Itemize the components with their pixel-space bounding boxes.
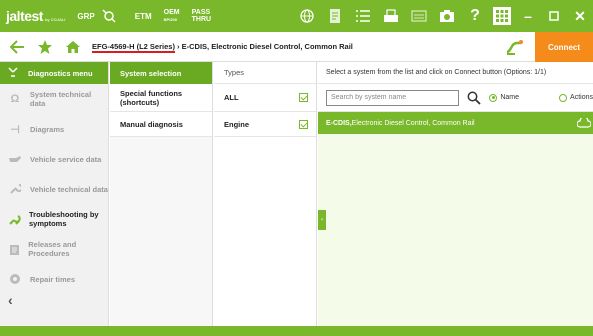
special-functions-row[interactable]: Special functions (shortcuts) — [110, 84, 212, 112]
pass-label: PASS — [191, 9, 211, 16]
logo-sub: by COJALI — [44, 17, 66, 22]
apps-grid-icon[interactable] — [493, 7, 511, 25]
clipboard-icon — [8, 242, 20, 256]
manual-diagnosis-label: Manual diagnosis — [120, 119, 183, 129]
menu-item-releases-procedures[interactable]: Releases and Procedures — [0, 234, 108, 264]
thru-label: THRU — [191, 16, 212, 23]
menu-item-diagrams[interactable]: ⊣ Diagrams — [0, 114, 108, 144]
system-code: E-CDIS, — [326, 119, 352, 127]
search-input[interactable] — [326, 89, 460, 106]
breadcrumb: EFG-4569-H (L2 Series) › E-CDIS, Electro… — [92, 42, 353, 53]
favorite-star-icon[interactable] — [34, 36, 56, 58]
type-row-engine[interactable]: Engine — [214, 112, 316, 137]
menu-item-label: Diagrams — [30, 124, 65, 134]
type-label: ALL — [224, 93, 239, 102]
connection-status-icon — [505, 39, 523, 55]
etm-label: ETM — [134, 11, 152, 21]
logo-text: jaltest — [6, 8, 43, 24]
jaltest-logo: jaltest by COJALI — [6, 8, 65, 24]
keyboard-icon[interactable] — [409, 6, 429, 26]
back-arrow-icon[interactable] — [6, 36, 28, 58]
camera-icon[interactable] — [437, 6, 457, 26]
top-toolbar: jaltest by COJALI GRP ETM OEM BPI200 PAS… — [0, 0, 593, 32]
globe-icon[interactable] — [297, 6, 317, 26]
search-icon[interactable] — [467, 91, 481, 105]
menu-item-system-technical-data[interactable]: Ω System technical data — [0, 84, 108, 114]
menu-item-label: Vehicle service data — [30, 154, 102, 164]
checkbox-checked-icon[interactable] — [299, 119, 308, 129]
types-header: Types — [214, 62, 316, 84]
diagnostics-menu-header: Diagnostics menu — [0, 62, 108, 84]
sort-by-name-radio[interactable]: Name — [489, 93, 520, 102]
link-icon[interactable] — [99, 6, 119, 26]
radio-unselected-icon — [559, 93, 568, 102]
system-list-info: Select a system from the list and click … — [318, 62, 593, 84]
diagnostics-menu: Diagnostics menu Ω System technical data… — [0, 62, 109, 326]
pass-thru-button[interactable]: PASS THRU — [192, 9, 211, 23]
menu-item-label: Repair times — [30, 274, 76, 284]
troubleshooting-icon — [8, 212, 21, 226]
gear-clock-icon — [8, 272, 22, 286]
oem-label: OEM — [163, 9, 180, 16]
bottom-status-bar — [0, 326, 593, 336]
navigation-bar: EFG-4569-H (L2 Series) › E-CDIS, Electro… — [0, 32, 593, 62]
connect-label: Connect — [548, 42, 580, 52]
oem-button[interactable]: OEM BPI200 — [164, 9, 180, 23]
system-selection-title: System selection — [120, 68, 182, 78]
special-functions-label: Special functions (shortcuts) — [120, 88, 183, 107]
diagram-icon: ⊣ — [10, 123, 20, 136]
system-row-ecdis[interactable]: E-CDIS, Electronic Diesel Control, Commo… — [318, 112, 593, 134]
grp-button[interactable]: GRP — [77, 12, 94, 21]
breadcrumb-system: › E-CDIS, Electronic Diesel Control, Com… — [174, 42, 353, 51]
system-selection-header: System selection — [110, 62, 212, 84]
grp-label: GRP — [77, 11, 95, 21]
oem-sub-label: BPI200 — [163, 17, 177, 22]
cloud-icon — [576, 116, 592, 130]
radio-actions-label: Actions — [570, 94, 593, 101]
type-label: Engine — [224, 119, 250, 129]
menu-item-label: System technical data — [29, 90, 92, 108]
checkbox-checked-icon[interactable] — [299, 93, 308, 102]
type-row-all[interactable]: ALL — [214, 84, 316, 112]
menu-item-vehicle-technical-data[interactable]: Vehicle technical data — [0, 174, 108, 204]
connect-button[interactable]: Connect — [535, 32, 593, 62]
diagnostics-icon — [8, 66, 22, 80]
home-icon[interactable] — [62, 36, 84, 58]
maximize-button[interactable] — [541, 0, 567, 32]
oil-can-icon — [8, 152, 22, 166]
radio-selected-icon — [489, 93, 498, 102]
collapse-panel-handle[interactable]: ‹ — [318, 210, 326, 230]
etm-button[interactable]: ETM — [135, 12, 152, 21]
sort-by-actions-radio[interactable]: Actions — [559, 93, 593, 102]
system-list-panel: Select a system from the list and click … — [318, 62, 593, 326]
collapse-menu-icon[interactable]: ‹ — [8, 292, 13, 308]
toolbar-right: ? – ✕ — [293, 0, 593, 32]
close-button[interactable]: ✕ — [567, 0, 593, 32]
menu-item-label: Troubleshooting by symptoms — [29, 210, 99, 228]
menu-item-repair-times[interactable]: Repair times — [0, 264, 108, 294]
system-list-info-text: Select a system from the list and click … — [326, 69, 547, 76]
system-selection-panel: System selection Special functions (shor… — [110, 62, 213, 326]
list-icon[interactable] — [353, 6, 373, 26]
vehicle-id[interactable]: EFG-4569-H (L2 Series) — [92, 42, 175, 53]
printer-icon[interactable] — [381, 6, 401, 26]
menu-item-label: Vehicle technical data — [30, 184, 108, 194]
menu-item-vehicle-service-data[interactable]: Vehicle service data — [0, 144, 108, 174]
minimize-button[interactable]: – — [515, 0, 541, 32]
help-icon[interactable]: ? — [465, 6, 485, 26]
menu-item-label: Releases and Procedures — [28, 240, 77, 258]
search-row: Name Actions — [318, 84, 593, 112]
wrench-icon — [8, 182, 22, 196]
types-panel: Types ALL Engine — [214, 62, 317, 326]
radio-name-label: Name — [500, 94, 520, 101]
document-icon[interactable] — [325, 6, 345, 26]
diagnostics-menu-title: Diagnostics menu — [28, 68, 93, 78]
omega-icon: Ω — [10, 93, 20, 105]
menu-item-troubleshooting[interactable]: Troubleshooting by symptoms — [0, 204, 108, 234]
types-title: Types — [224, 68, 245, 77]
system-description: Electronic Diesel Control, Common Rail — [351, 119, 475, 127]
manual-diagnosis-row[interactable]: Manual diagnosis — [110, 112, 212, 137]
